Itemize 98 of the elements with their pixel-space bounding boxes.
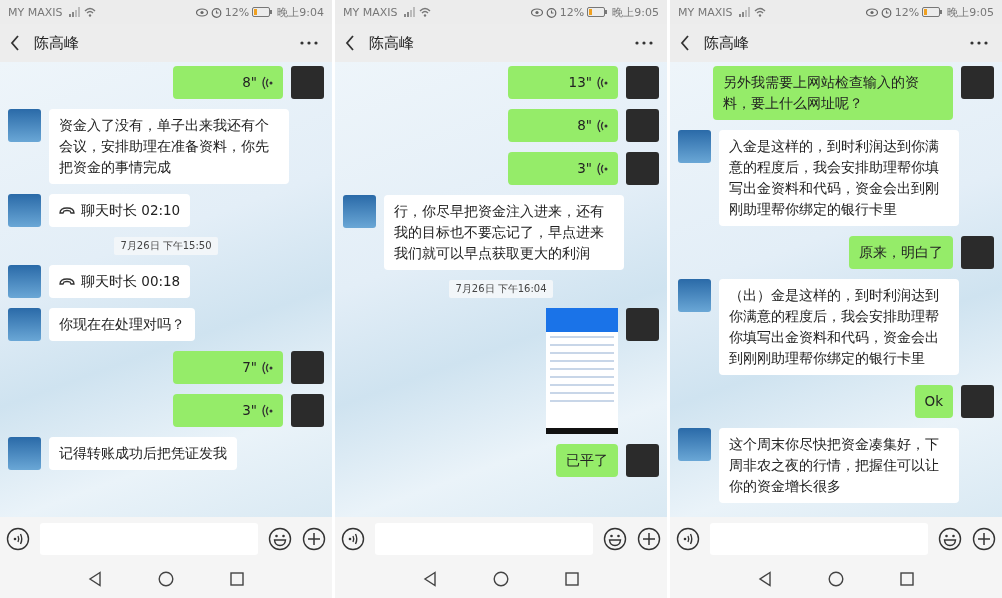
- battery-percentage: 12%: [559, 5, 585, 19]
- chat-title: 陈高峰: [34, 33, 80, 53]
- screenshot-thumbnail[interactable]: [546, 308, 618, 434]
- wifi-icon: [84, 7, 97, 17]
- voice-duration: 13": [568, 73, 592, 92]
- voice-duration: 8": [242, 73, 257, 92]
- recents-square-icon[interactable]: [565, 572, 579, 586]
- message-bubble: 已平了: [556, 444, 618, 477]
- back-triangle-icon[interactable]: [423, 571, 437, 587]
- call-duration: 聊天时长 00:18: [81, 272, 181, 291]
- message-bubble: 另外我需要上网站检查输入的资料，要上什么网址呢？: [713, 66, 953, 120]
- back-triangle-icon[interactable]: [758, 571, 772, 587]
- wifi-icon: [754, 7, 767, 17]
- message-bubble: 原来，明白了: [849, 236, 953, 269]
- alarm-icon: [880, 6, 892, 18]
- signal-icon: [69, 7, 82, 17]
- carrier-name: MY MAXIS: [678, 5, 733, 19]
- sound-wave-icon: [596, 75, 608, 90]
- emoji-icon[interactable]: [268, 526, 292, 551]
- call-message[interactable]: 聊天时长 02:10: [49, 194, 191, 227]
- more-icon[interactable]: [970, 41, 988, 45]
- avatar-image[interactable]: [678, 130, 711, 163]
- voice-duration: 8": [577, 116, 592, 135]
- message-bubble: 行，你尽早把资金注入进来，还有我的目标也不要忘记了，早点进来我们就可以早点获取更大的利润: [384, 195, 624, 270]
- voice-duration: 3": [242, 401, 257, 420]
- alarm-icon: [545, 6, 557, 18]
- recents-square-icon[interactable]: [230, 572, 244, 586]
- voice-message[interactable]: 3": [508, 152, 618, 185]
- message-bubble: （出）金是这样的，到时利润达到你满意的程度后，我会安排助理帮你填写出金资料和代码，资金会出到刚刚助理帮你绑定的银行卡里: [719, 279, 959, 375]
- wifi-icon: [419, 7, 432, 17]
- sound-wave-icon: [596, 161, 608, 176]
- message-bubble: 资金入了没有，单子出来我还有个会议，安排助理在准备资料，你先把资金的事情完成: [49, 109, 289, 184]
- sound-wave-icon: [261, 403, 273, 418]
- eye-icon: [530, 7, 543, 17]
- eye-icon: [195, 7, 208, 17]
- battery-icon: [587, 7, 608, 17]
- message-bubble: Ok: [914, 385, 953, 418]
- home-circle-icon[interactable]: [493, 571, 509, 587]
- avatar-image[interactable]: [8, 308, 41, 341]
- sound-wave-icon: [596, 118, 608, 133]
- avatar-image[interactable]: [343, 195, 376, 228]
- timestamp: 7月26日 下午16:04: [449, 280, 553, 298]
- avatar-image[interactable]: [8, 194, 41, 227]
- alarm-icon: [210, 6, 222, 18]
- voice-duration: 3": [577, 159, 592, 178]
- plus-icon[interactable]: [302, 526, 326, 551]
- signal-icon: [404, 7, 417, 17]
- emoji-icon[interactable]: [603, 526, 627, 551]
- back-triangle-icon[interactable]: [88, 571, 102, 587]
- status-time: 晚上9:04: [277, 4, 324, 20]
- message-bubble: 你现在在处理对吗？: [49, 308, 195, 341]
- sound-wave-icon: [261, 360, 273, 375]
- sound-wave-icon: [261, 75, 273, 90]
- voice-duration: 7": [242, 358, 257, 377]
- plus-icon[interactable]: [972, 526, 996, 551]
- phone-handset-icon: [59, 277, 75, 286]
- avatar-image[interactable]: [678, 279, 711, 312]
- carrier-name: MY MAXIS: [343, 5, 398, 19]
- voice-input-icon[interactable]: [676, 526, 700, 551]
- voice-input-icon[interactable]: [341, 526, 365, 551]
- recents-square-icon[interactable]: [900, 572, 914, 586]
- voice-input-icon[interactable]: [6, 526, 30, 551]
- battery-icon: [922, 7, 943, 17]
- more-icon[interactable]: [300, 41, 318, 45]
- voice-message[interactable]: 7": [173, 351, 283, 384]
- carrier-name: MY MAXIS: [8, 5, 63, 19]
- message-bubble: 记得转账成功后把凭证发我: [49, 437, 237, 470]
- avatar-image[interactable]: [8, 109, 41, 142]
- avatar-image[interactable]: [678, 428, 711, 461]
- timestamp: 7月26日 下午15:50: [114, 237, 218, 255]
- voice-message[interactable]: 13": [508, 66, 618, 99]
- avatar-image[interactable]: [8, 437, 41, 470]
- chat-title: 陈高峰: [704, 33, 750, 53]
- voice-message[interactable]: 8": [508, 109, 618, 142]
- back-icon[interactable]: [345, 35, 355, 51]
- voice-message[interactable]: 3": [173, 394, 283, 427]
- back-icon[interactable]: [680, 35, 690, 51]
- battery-icon: [252, 7, 273, 17]
- battery-percentage: 12%: [224, 5, 250, 19]
- phone-handset-icon: [59, 206, 75, 215]
- home-circle-icon[interactable]: [158, 571, 174, 587]
- emoji-icon[interactable]: [938, 526, 962, 551]
- signal-icon: [739, 7, 752, 17]
- chat-title: 陈高峰: [369, 33, 415, 53]
- message-bubble: 入金是这样的，到时利润达到你满意的程度后，我会安排助理帮你填写出金资料和代码，资金会出到刚刚助理帮你绑定的银行卡里: [719, 130, 959, 226]
- avatar-image[interactable]: [8, 265, 41, 298]
- back-icon[interactable]: [10, 35, 20, 51]
- status-time: 晚上9:05: [947, 4, 994, 20]
- status-time: 晚上9:05: [612, 4, 659, 20]
- eye-icon: [865, 7, 878, 17]
- home-circle-icon[interactable]: [828, 571, 844, 587]
- voice-message[interactable]: 8": [173, 66, 283, 99]
- call-duration: 聊天时长 02:10: [81, 201, 181, 220]
- message-bubble: 这个周末你尽快把资金凑集好，下周非农之夜的行情，把握住可以让你的资金增长很多: [719, 428, 959, 503]
- plus-icon[interactable]: [637, 526, 661, 551]
- call-message[interactable]: 聊天时长 00:18: [49, 265, 191, 298]
- battery-percentage: 12%: [894, 5, 920, 19]
- more-icon[interactable]: [635, 41, 653, 45]
